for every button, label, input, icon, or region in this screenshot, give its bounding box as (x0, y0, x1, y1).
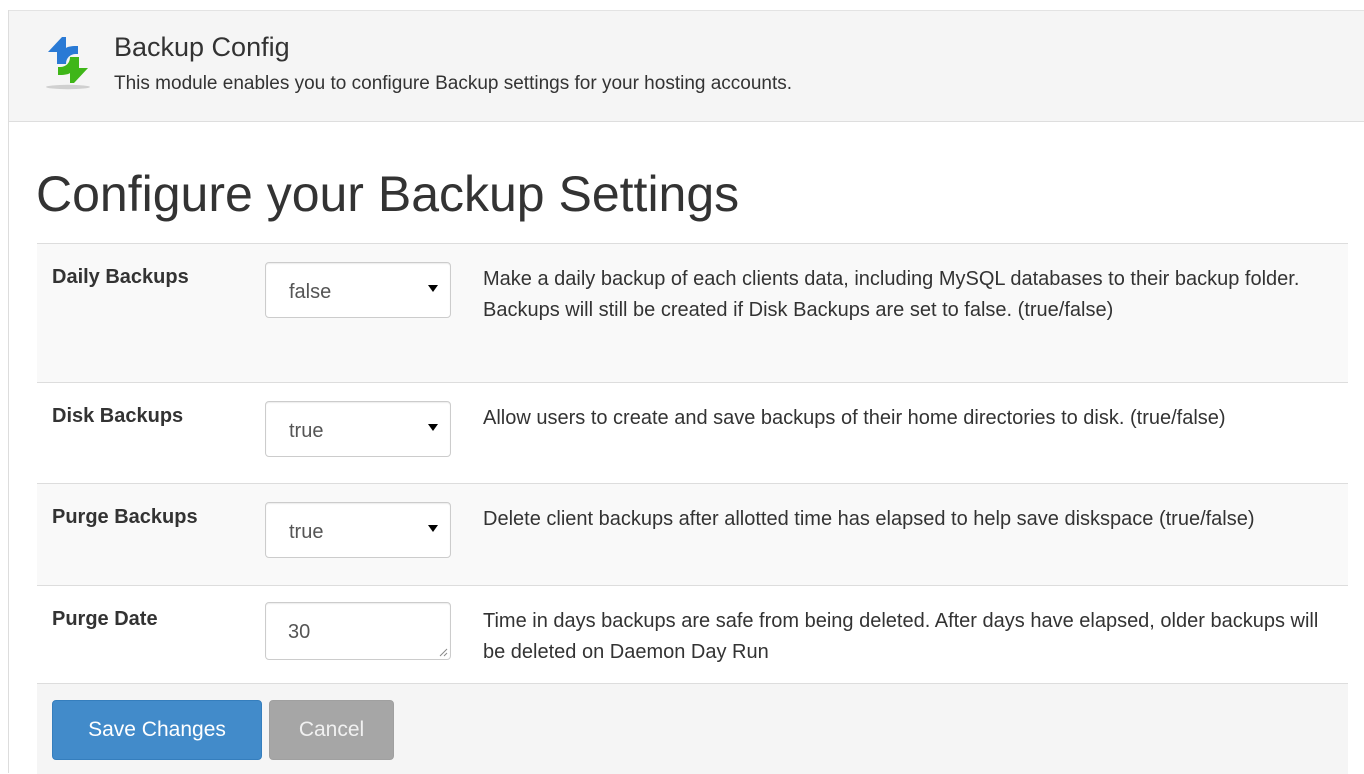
input-value: 30 (288, 621, 311, 643)
dropdown-arrow-icon (428, 285, 438, 292)
setting-description: Delete client backups after allotted tim… (483, 508, 1255, 530)
purge-date-input[interactable]: 30 (265, 602, 451, 660)
resize-grip-icon[interactable] (438, 647, 448, 657)
form-actions: Save Changes Cancel (37, 683, 1348, 774)
purge-backups-select[interactable]: true (265, 502, 451, 558)
setting-label: Purge Date (52, 608, 158, 630)
page-title: Configure your Backup Settings (36, 166, 740, 222)
module-title: Backup Config (114, 32, 290, 62)
setting-label: Daily Backups (52, 266, 189, 288)
daily-backups-select[interactable]: false (265, 262, 451, 318)
module-header: Backup Config This module enables you to… (9, 10, 1364, 122)
select-value: false (289, 281, 332, 303)
setting-row-daily-backups: Daily Backups false Make a daily backup … (37, 243, 1348, 382)
setting-label: Purge Backups (52, 506, 198, 528)
select-value: true (289, 420, 324, 442)
setting-row-purge-backups: Purge Backups true Delete client backups… (37, 483, 1348, 585)
setting-description: Allow users to create and save backups o… (483, 407, 1226, 429)
page: Backup Config This module enables you to… (8, 10, 1364, 774)
setting-label: Disk Backups (52, 405, 184, 427)
setting-row-disk-backups: Disk Backups true Allow users to create … (37, 382, 1348, 483)
save-changes-button[interactable]: Save Changes (52, 700, 262, 760)
setting-description: Make a daily backup of each clients data… (483, 268, 1300, 321)
module-subtitle: This module enables you to configure Bac… (114, 73, 793, 94)
select-value: true (289, 521, 324, 543)
disk-backups-select[interactable]: true (265, 401, 451, 457)
settings-table: Daily Backups false Make a daily backup … (37, 243, 1348, 774)
cancel-button[interactable]: Cancel (269, 700, 394, 760)
dropdown-arrow-icon (428, 424, 438, 431)
dropdown-arrow-icon (428, 525, 438, 532)
setting-row-purge-date: Purge Date 30 Time in days backups are s… (37, 585, 1348, 687)
setting-description: Time in days backups are safe from being… (483, 610, 1319, 663)
backup-sync-icon (46, 37, 90, 90)
